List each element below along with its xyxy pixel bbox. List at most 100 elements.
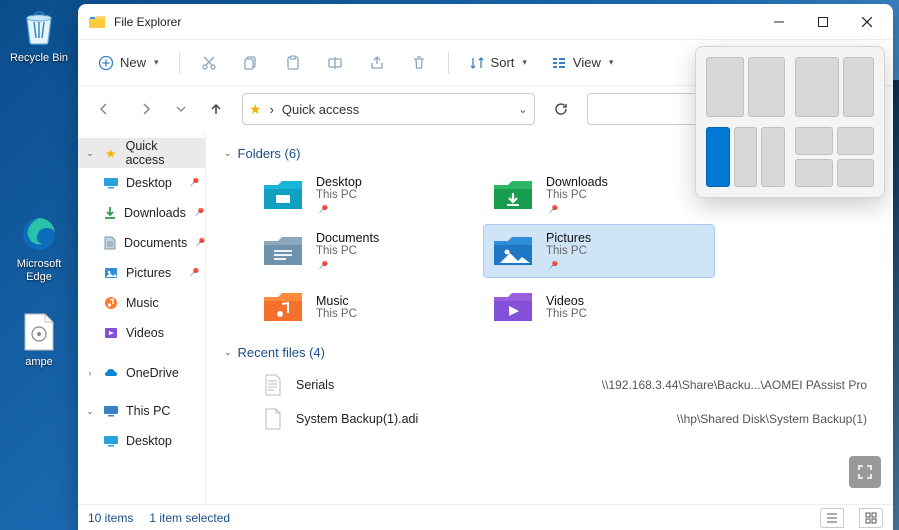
folder-downloads[interactable]: DownloadsThis PC📍 <box>484 169 714 221</box>
chevron-down-icon: ⌄ <box>224 148 232 159</box>
pin-icon: 📍 <box>544 258 561 275</box>
sidebar-pictures[interactable]: Pictures📍 <box>78 258 205 288</box>
view-button[interactable]: View ▾ <box>541 46 623 80</box>
trash-icon <box>411 55 427 71</box>
sidebar-this-pc[interactable]: ⌄ This PC <box>78 396 205 426</box>
nav-back-button[interactable] <box>88 93 120 125</box>
cloud-icon <box>102 364 120 382</box>
chevron-down-icon: ⌄ <box>84 148 96 159</box>
document-icon <box>102 234 118 252</box>
desktop-icon-label: ampe <box>4 356 74 369</box>
status-item-count: 10 items <box>88 511 133 525</box>
chevron-right-icon: › <box>84 368 96 378</box>
file-icon <box>262 408 284 430</box>
sidebar-pc-desktop[interactable]: Desktop <box>78 426 205 456</box>
recycle-bin-icon <box>19 8 59 48</box>
sidebar-onedrive[interactable]: › OneDrive <box>78 358 205 388</box>
chevron-down-icon: ▾ <box>522 57 527 68</box>
monitor-icon <box>102 402 120 420</box>
copy-button[interactable] <box>232 46 270 80</box>
folder-documents[interactable]: DocumentsThis PC📍 <box>254 225 484 277</box>
folder-videos-icon <box>492 289 534 325</box>
folder-documents-icon <box>262 233 304 269</box>
star-icon: ★ <box>102 144 120 162</box>
cut-button[interactable] <box>190 46 228 80</box>
pin-icon: 📍 <box>184 265 201 282</box>
copy-icon <box>243 55 259 71</box>
folder-videos[interactable]: VideosThis PC <box>484 281 714 333</box>
view-details-button[interactable] <box>820 508 844 528</box>
star-icon: ★ <box>249 101 262 118</box>
explorer-icon <box>88 13 106 31</box>
chevron-down-icon: ▾ <box>609 57 614 68</box>
recent-file-row[interactable]: System Backup(1).adi \\hp\Shared Disk\Sy… <box>254 402 875 436</box>
fullscreen-icon[interactable] <box>849 456 881 488</box>
share-icon <box>369 55 385 71</box>
paste-button[interactable] <box>274 46 312 80</box>
pin-icon: 📍 <box>314 258 331 275</box>
view-icon <box>551 55 567 71</box>
pin-icon: 📍 <box>191 235 206 252</box>
nav-forward-button[interactable] <box>130 93 162 125</box>
folder-pictures-icon <box>492 233 534 269</box>
sidebar-quick-access[interactable]: ⌄ ★ Quick access <box>78 138 205 168</box>
sidebar-desktop[interactable]: Desktop📍 <box>78 168 205 198</box>
chevron-down-icon[interactable]: ⌄ <box>518 103 527 116</box>
sidebar: ⌄ ★ Quick access Desktop📍 Downloads📍 Doc… <box>78 132 206 504</box>
refresh-button[interactable] <box>545 93 577 125</box>
edge-icon <box>19 214 59 254</box>
view-thumbnails-button[interactable] <box>859 508 883 528</box>
snap-layout-quad[interactable] <box>795 127 874 187</box>
snap-layout-twothirds[interactable] <box>795 57 874 117</box>
sidebar-documents[interactable]: Documents📍 <box>78 228 205 258</box>
chevron-down-icon: ▾ <box>154 57 159 68</box>
close-button[interactable] <box>845 6 889 38</box>
address-path: Quick access <box>282 102 359 117</box>
cut-icon <box>201 55 217 71</box>
window-title: File Explorer <box>114 15 181 29</box>
desktop-icon <box>102 174 120 192</box>
desktop-recycle-bin[interactable]: Recycle Bin <box>4 8 74 65</box>
download-icon <box>102 204 118 222</box>
plus-circle-icon <box>98 55 114 71</box>
recent-file-row[interactable]: Serials \\192.168.3.44\Share\Backu...\AO… <box>254 368 875 402</box>
sidebar-music[interactable]: Music <box>78 288 205 318</box>
sidebar-videos[interactable]: Videos <box>78 318 205 348</box>
folder-desktop[interactable]: DesktopThis PC📍 <box>254 169 484 221</box>
snap-layout-thirds[interactable] <box>706 127 785 187</box>
sort-button[interactable]: Sort ▾ <box>459 46 537 80</box>
snap-layouts-popup <box>695 46 885 198</box>
desktop-icon-label: Recycle Bin <box>4 52 74 65</box>
rename-icon <box>327 55 343 71</box>
nav-recent-button[interactable] <box>172 93 190 125</box>
delete-button[interactable] <box>400 46 438 80</box>
chevron-down-icon: ⌄ <box>84 406 96 417</box>
folder-pictures[interactable]: PicturesThis PC📍 <box>484 225 714 277</box>
sort-icon <box>469 55 485 71</box>
sidebar-downloads[interactable]: Downloads📍 <box>78 198 205 228</box>
titlebar[interactable]: File Explorer <box>78 4 893 40</box>
desktop-edge[interactable]: Microsoft Edge <box>4 214 74 284</box>
pin-icon: 📍 <box>190 205 206 222</box>
nav-up-button[interactable] <box>200 93 232 125</box>
desktop-icon <box>102 432 120 450</box>
desktop-ampe-file[interactable]: ampe <box>4 312 74 369</box>
new-button[interactable]: New ▾ <box>88 46 169 80</box>
desktop-icon-label: Microsoft Edge <box>4 258 74 284</box>
folder-downloads-icon <box>492 177 534 213</box>
address-separator: › <box>270 102 274 117</box>
rename-button[interactable] <box>316 46 354 80</box>
share-button[interactable] <box>358 46 396 80</box>
pictures-icon <box>102 264 120 282</box>
videos-icon <box>102 324 120 342</box>
music-icon <box>102 294 120 312</box>
recent-section-header[interactable]: ⌄ Recent files (4) <box>224 345 875 360</box>
status-selected-count: 1 item selected <box>149 511 230 525</box>
folder-music[interactable]: MusicThis PC <box>254 281 484 333</box>
minimize-button[interactable] <box>757 6 801 38</box>
pin-icon: 📍 <box>184 175 201 192</box>
snap-layout-half[interactable] <box>706 57 785 117</box>
pin-icon: 📍 <box>314 202 331 219</box>
address-bar[interactable]: ★ › Quick access ⌄ <box>242 93 535 125</box>
maximize-button[interactable] <box>801 6 845 38</box>
